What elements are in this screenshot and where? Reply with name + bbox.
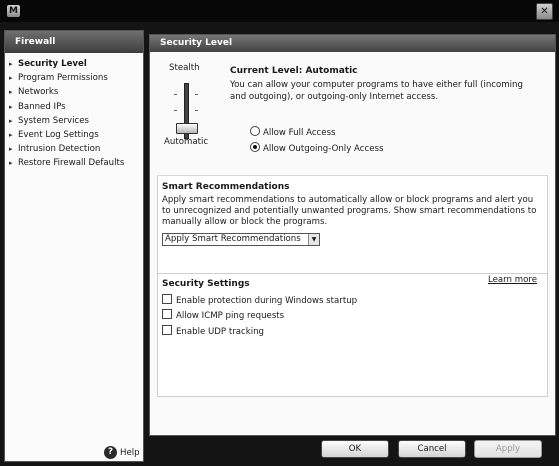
apply-button[interactable]: Apply: [474, 440, 542, 458]
sidebar-item-label: Networks: [18, 87, 59, 98]
slider-top-label: Stealth: [169, 63, 200, 73]
radio-button[interactable]: [250, 126, 260, 136]
current-level-description: You can allow your computer programs to …: [230, 80, 523, 102]
slider-tick: [195, 110, 198, 111]
slider-tick: [195, 94, 198, 95]
recommendations-section: Smart Recommendations Apply smart recomm…: [157, 175, 548, 397]
sidebar-item-program-permissions[interactable]: ▸ Program Permissions: [5, 71, 143, 85]
slider-tick: [174, 94, 177, 95]
smart-recommendations-dropdown[interactable]: Apply Smart Recommendations ▼: [162, 233, 320, 246]
sidebar-item-security-level[interactable]: ▸ Security Level: [5, 57, 143, 71]
sidebar-item-label: Banned IPs: [18, 101, 66, 112]
chevron-right-icon: ▸: [9, 88, 13, 97]
radio-allow-outgoing-only[interactable]: Allow Outgoing-Only Access: [250, 142, 383, 154]
sidebar-item-label: System Services: [18, 115, 90, 126]
sidebar-item-label: Program Permissions: [18, 73, 108, 84]
panel-title: Security Level: [150, 35, 555, 52]
sidebar-item-intrusion-detection[interactable]: ▸ Intrusion Detection: [5, 142, 143, 156]
checkbox-label: Enable UDP tracking: [176, 327, 264, 337]
checkbox-label: Enable protection during Windows startup: [176, 296, 358, 306]
chevron-right-icon: ▸: [9, 159, 13, 168]
ok-button[interactable]: OK: [321, 440, 389, 458]
security-settings-title: Security Settings: [162, 279, 250, 289]
title-bar: M ✕: [0, 0, 559, 22]
checkbox[interactable]: [162, 294, 172, 304]
chevron-right-icon: ▸: [9, 130, 13, 139]
sidebar-item-label: Intrusion Detection: [18, 144, 101, 155]
checkbox-windows-startup[interactable]: Enable protection during Windows startup: [162, 294, 358, 306]
sidebar-item-event-log-settings[interactable]: ▸ Event Log Settings: [5, 128, 143, 142]
sidebar: Firewall ▸ Security Level ▸ Program Permis…: [4, 30, 144, 462]
sidebar-item-label: Restore Firewall Defaults: [18, 158, 125, 169]
sidebar-item-label: Event Log Settings: [18, 129, 99, 140]
checkbox-label: Allow ICMP ping requests: [176, 311, 285, 321]
sidebar-item-banned-ips[interactable]: ▸ Banned IPs: [5, 100, 143, 114]
section-divider: [158, 273, 547, 274]
chevron-down-icon[interactable]: ▼: [308, 234, 319, 245]
chevron-right-icon: ▸: [9, 145, 13, 154]
current-level-title: Current Level: Automatic: [230, 66, 358, 76]
sidebar-item-label: Security Level: [18, 59, 87, 69]
chevron-right-icon: ▸: [9, 102, 13, 111]
chevron-right-icon: ▸: [9, 60, 13, 68]
checkbox-icmp-ping[interactable]: Allow ICMP ping requests: [162, 309, 285, 321]
window-body: Firewall ▸ Security Level ▸ Program Permis…: [0, 22, 559, 466]
learn-more-link[interactable]: Learn more: [488, 275, 537, 285]
sidebar-nav: ▸ Security Level ▸ Program Permissions ▸ Ne…: [5, 57, 143, 171]
checkbox-udp-tracking[interactable]: Enable UDP tracking: [162, 325, 264, 337]
smart-recommendations-description: Apply smart recommendations to automatic…: [162, 195, 537, 227]
help-icon: ?: [104, 446, 117, 459]
slider-tick: [174, 110, 177, 111]
sidebar-item-system-services[interactable]: ▸ System Services: [5, 114, 143, 128]
app-logo-icon: M: [7, 5, 20, 17]
sidebar-title: Firewall: [5, 31, 143, 53]
chevron-right-icon: ▸: [9, 74, 13, 83]
sidebar-item-networks[interactable]: ▸ Networks: [5, 85, 143, 99]
chevron-right-icon: ▸: [9, 116, 13, 125]
window-close-button[interactable]: ✕: [536, 3, 553, 20]
help-link[interactable]: ? Help: [104, 446, 140, 460]
radio-button-selected[interactable]: [250, 142, 260, 152]
sidebar-item-restore-defaults[interactable]: ▸ Restore Firewall Defaults: [5, 156, 143, 170]
cancel-button[interactable]: Cancel: [398, 440, 466, 458]
help-label: Help: [120, 448, 140, 458]
dropdown-value: Apply Smart Recommendations: [165, 234, 301, 244]
radio-label: Allow Full Access: [263, 128, 336, 138]
checkbox[interactable]: [162, 325, 172, 335]
checkbox[interactable]: [162, 309, 172, 319]
security-level-slider-thumb[interactable]: [176, 123, 198, 134]
radio-allow-full-access[interactable]: Allow Full Access: [250, 126, 336, 138]
main-panel: Security Level Stealth Automatic Current…: [149, 34, 556, 436]
slider-bottom-label: Automatic: [164, 137, 209, 147]
smart-recommendations-title: Smart Recommendations: [162, 182, 290, 192]
radio-label: Allow Outgoing-Only Access: [263, 144, 384, 154]
security-level-section: Stealth Automatic Current Level: Automat…: [157, 54, 546, 178]
